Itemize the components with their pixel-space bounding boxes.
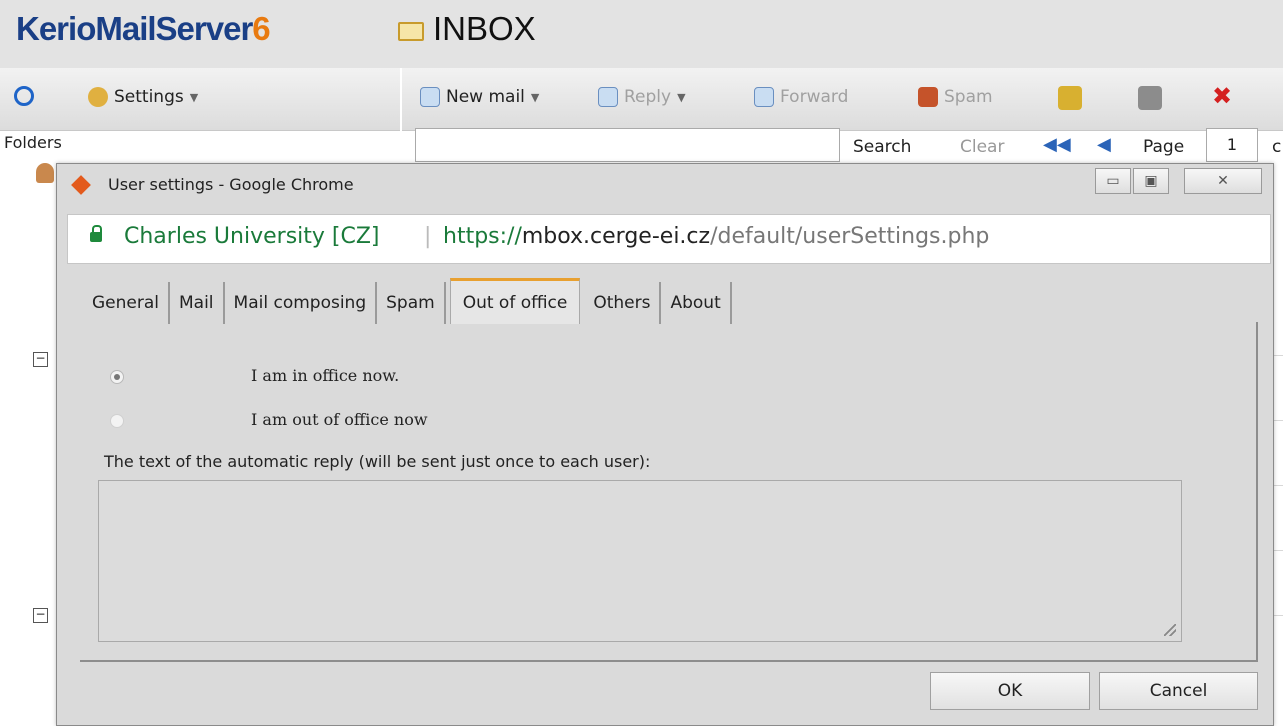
maximize-button[interactable]: ▣ xyxy=(1133,168,1169,194)
url-text[interactable]: https://mbox.cerge-ei.cz/default/userSet… xyxy=(443,224,989,249)
settings-tabs: General Mail Mail composing Spam Out of … xyxy=(83,278,732,324)
auto-reply-label: The text of the automatic reply (will be… xyxy=(104,452,651,471)
delete-icon[interactable]: ✖ xyxy=(1212,82,1232,110)
url-path: /default/userSettings.php xyxy=(710,224,990,249)
previous-page-icon[interactable]: ◀ xyxy=(1097,134,1111,155)
close-button[interactable]: ✕ xyxy=(1184,168,1262,194)
chevron-down-icon[interactable]: ▼ xyxy=(190,91,198,104)
print-icon[interactable] xyxy=(1138,86,1162,110)
settings-label: Settings xyxy=(114,87,184,107)
reply-button[interactable]: Reply ▼ xyxy=(598,87,686,107)
in-office-label: I am in office now. xyxy=(251,366,400,385)
window-title: User settings - Google Chrome xyxy=(108,175,354,194)
brand-name: KerioMailServer xyxy=(16,10,253,47)
chevron-down-icon[interactable]: ▼ xyxy=(531,91,539,104)
tab-about[interactable]: About xyxy=(661,282,732,324)
forward-icon xyxy=(754,87,774,107)
page-total-label: c xyxy=(1272,137,1282,157)
reply-icon xyxy=(598,87,618,107)
spam-label: Spam xyxy=(944,87,993,107)
maximize-icon: ▣ xyxy=(1144,173,1158,189)
left-toolbar xyxy=(0,68,400,131)
minimize-button[interactable]: ▭ xyxy=(1095,168,1131,194)
collapse-icon[interactable]: − xyxy=(33,608,48,623)
cancel-button[interactable]: Cancel xyxy=(1099,672,1258,710)
spam-button[interactable]: Spam xyxy=(918,87,993,107)
tab-general[interactable]: General xyxy=(83,282,170,324)
refresh-icon[interactable] xyxy=(14,86,34,106)
forward-label: Forward xyxy=(780,87,849,107)
inbox-icon xyxy=(398,22,424,41)
brand-version: 6 xyxy=(252,10,270,47)
auto-reply-textarea[interactable] xyxy=(98,480,1182,642)
tab-mail[interactable]: Mail xyxy=(170,282,225,324)
settings-gear-icon xyxy=(88,87,108,107)
out-of-office-label: I am out of office now xyxy=(251,410,428,429)
folder-title: INBOX xyxy=(433,10,536,47)
app-logo: KerioMailServer6 xyxy=(16,10,271,48)
new-mail-label: New mail xyxy=(446,87,525,107)
url-separator: | xyxy=(424,224,432,249)
ok-button[interactable]: OK xyxy=(930,672,1090,710)
reply-label: Reply xyxy=(624,87,672,107)
tab-others[interactable]: Others xyxy=(584,282,662,324)
new-mail-button[interactable]: New mail ▼ xyxy=(420,87,539,107)
tab-spam[interactable]: Spam xyxy=(377,282,446,324)
search-input[interactable] xyxy=(415,128,840,162)
clear-button[interactable]: Clear xyxy=(960,137,1004,157)
page-number-input[interactable]: 1 xyxy=(1206,128,1258,162)
settings-button[interactable]: Settings ▼ xyxy=(88,87,198,107)
collapse-icon[interactable]: − xyxy=(33,352,48,367)
thumbs-down-icon xyxy=(918,87,938,107)
site-identity[interactable]: Charles University [CZ] xyxy=(124,224,380,249)
first-page-icon[interactable]: ◀◀ xyxy=(1043,134,1071,155)
folders-label: Folders xyxy=(4,133,62,152)
url-scheme: https:// xyxy=(443,224,522,249)
lock-icon xyxy=(90,225,102,242)
move-to-folder-icon[interactable] xyxy=(1058,86,1082,110)
page-label: Page xyxy=(1143,137,1185,157)
user-icon xyxy=(36,163,54,183)
envelope-icon xyxy=(420,87,440,107)
search-button[interactable]: Search xyxy=(853,137,911,157)
forward-button[interactable]: Forward xyxy=(754,87,848,107)
chevron-down-icon[interactable]: ▼ xyxy=(677,91,685,104)
tab-mail-composing[interactable]: Mail composing xyxy=(225,282,378,324)
tab-out-of-office[interactable]: Out of office xyxy=(449,278,581,324)
url-host: mbox.cerge-ei.cz xyxy=(521,224,711,249)
out-of-office-radio[interactable] xyxy=(110,414,124,428)
close-icon: ✕ xyxy=(1217,173,1229,189)
in-office-radio[interactable] xyxy=(110,370,124,384)
minimize-icon: ▭ xyxy=(1106,173,1120,189)
resize-grip-icon[interactable] xyxy=(1164,624,1176,636)
